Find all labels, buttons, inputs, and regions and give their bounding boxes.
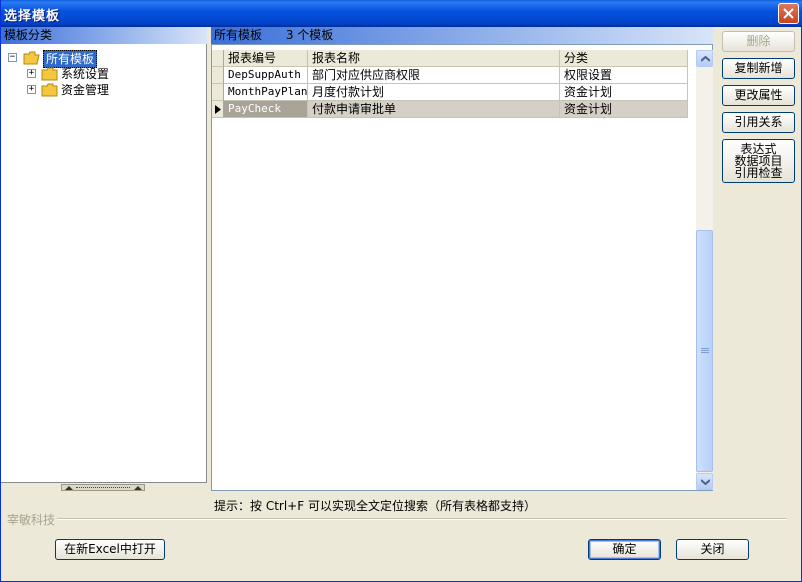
search-hint: 提示：按 Ctrl+F 可以实现全文定位搜索（所有表格都支持） xyxy=(214,499,536,513)
column-header-category[interactable]: 分类 xyxy=(560,50,688,67)
cell-code: PayCheck xyxy=(224,101,308,118)
grid-header-title: 所有模板 xyxy=(214,28,263,42)
row-indicator xyxy=(212,101,224,118)
tree-item-label: 资金管理 xyxy=(61,83,110,97)
column-header-name[interactable]: 报表名称 xyxy=(308,50,560,67)
thumb-grip xyxy=(701,348,709,349)
template-grid: 报表编号 报表名称 分类 DepSuppAuth 部门对应供应商权限 权限设置 … xyxy=(211,44,713,491)
thumb-grip xyxy=(701,350,709,351)
tree-item-label: 系统设置 xyxy=(61,67,110,81)
category-tree: − 所有模板 + 系统设置 + 资金管理 xyxy=(1,44,207,483)
cell-name: 月度付款计划 xyxy=(308,84,560,101)
cell-category: 资金计划 xyxy=(560,101,688,118)
collapse-icon[interactable]: − xyxy=(8,53,17,62)
arrow-up-icon xyxy=(134,486,142,490)
brand-label: 宰敏科技 xyxy=(7,513,56,527)
scroll-up-button[interactable] xyxy=(696,50,713,67)
scroll-down-button[interactable] xyxy=(696,473,713,490)
expand-icon[interactable]: + xyxy=(27,85,36,94)
title-bar[interactable]: 选择模板 xyxy=(1,0,802,27)
chevron-up-icon xyxy=(701,56,710,62)
header-corner xyxy=(212,50,224,67)
ok-button[interactable]: 确定 xyxy=(588,539,661,560)
column-header-code[interactable]: 报表编号 xyxy=(224,50,308,67)
tree-item-fund-management[interactable]: + 资金管理 xyxy=(1,82,201,98)
template-count: 3 个模板 xyxy=(285,28,334,42)
cell-category: 权限设置 xyxy=(560,67,688,84)
arrow-up-icon xyxy=(65,486,73,490)
splitter-grip xyxy=(76,487,130,488)
expression-check-button[interactable]: 表达式 数据项目 引用检查 xyxy=(722,139,795,183)
thumb-grip xyxy=(701,352,709,353)
chevron-down-icon xyxy=(701,479,710,485)
cell-category: 资金计划 xyxy=(560,84,688,101)
cell-code: MonthPayPlan xyxy=(224,84,308,101)
tree-item-system-settings[interactable]: + 系统设置 xyxy=(1,66,201,82)
tree-header-label: 模板分类 xyxy=(4,28,53,42)
cell-code: DepSuppAuth xyxy=(224,67,308,84)
row-indicator xyxy=(212,67,224,84)
delete-button[interactable]: 删除 xyxy=(722,31,795,52)
references-button[interactable]: 引用关系 xyxy=(722,112,795,133)
vertical-scrollbar[interactable] xyxy=(696,50,713,490)
folder-open-icon xyxy=(23,51,40,65)
grid-column-headers: 报表编号 报表名称 分类 xyxy=(212,50,688,67)
folder-icon xyxy=(41,67,58,81)
close-button[interactable]: 关闭 xyxy=(676,539,749,560)
open-in-excel-button[interactable]: 在新Excel中打开 xyxy=(55,539,165,560)
expression-check-line-3: 引用检查 xyxy=(734,166,783,180)
scroll-thumb[interactable] xyxy=(696,230,713,472)
tree-header: 模板分类 xyxy=(1,27,207,44)
copy-new-button[interactable]: 复制新增 xyxy=(722,58,795,79)
close-window-button[interactable] xyxy=(778,3,799,24)
tree-item-all-templates[interactable]: − 所有模板 xyxy=(1,50,201,68)
cell-name: 付款申请审批单 xyxy=(308,101,560,118)
grid-header: 所有模板 3 个模板 xyxy=(211,27,713,44)
cell-name: 部门对应供应商权限 xyxy=(308,67,560,84)
change-properties-button[interactable]: 更改属性 xyxy=(722,85,795,106)
expand-icon[interactable]: + xyxy=(27,69,36,78)
row-indicator xyxy=(212,84,224,101)
row-pointer-icon xyxy=(215,105,221,114)
select-template-dialog: 选择模板 模板分类 − 所有模板 + 系统设置 + 资金管理 所有模板 3 个模… xyxy=(0,0,802,582)
splitter-handle[interactable] xyxy=(61,484,145,491)
window-title: 选择模板 xyxy=(4,9,61,24)
separator xyxy=(57,518,787,520)
folder-icon xyxy=(41,83,58,97)
close-icon xyxy=(783,8,794,19)
